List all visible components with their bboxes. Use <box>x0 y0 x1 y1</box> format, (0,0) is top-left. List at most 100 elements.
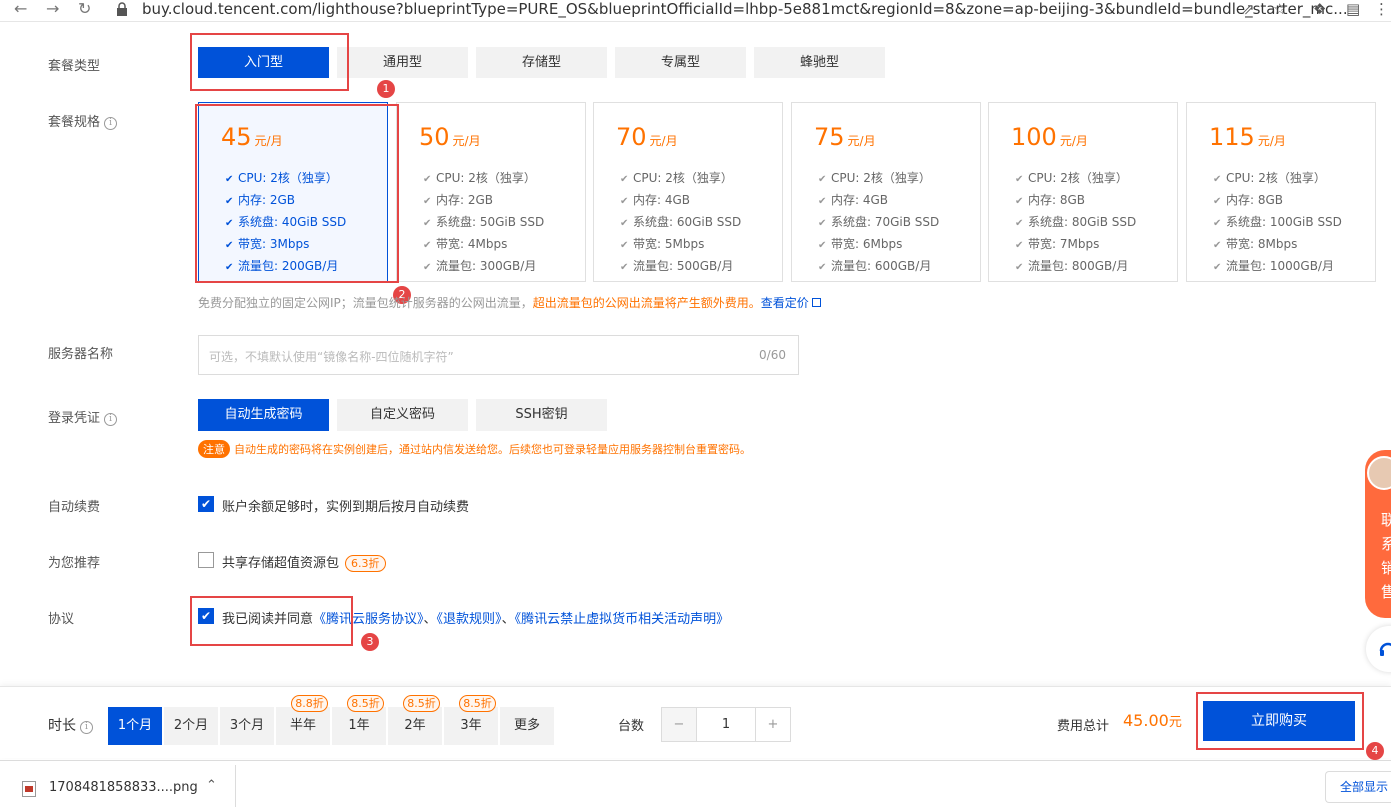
card-spec-cpu: CPU: 2核（独享） <box>1028 171 1128 185</box>
view-pricing-link[interactable]: 查看定价 <box>761 296 809 310</box>
duration-1-year[interactable]: 1年 <box>332 707 386 745</box>
reload-icon[interactable]: ↻ <box>78 0 91 18</box>
card-spec-memory: 内存: 2GB <box>436 193 494 207</box>
plan-type-general[interactable]: 通用型 <box>337 47 468 78</box>
recommend-checkbox[interactable] <box>198 552 214 568</box>
plan-card-75[interactable]: 75 元/月 ✔ CPU: 2核（独享） ✔ 内存: 4GB ✔ 系统盘: 70GiB … <box>791 102 981 282</box>
card-spec-bandwidth: 带宽: 4Mbps <box>436 237 508 251</box>
card-spec-traffic: 流量包: 600GB/月 <box>831 259 932 273</box>
lock-icon <box>117 2 127 16</box>
check-icon: ✔ <box>225 262 234 273</box>
card-spec-disk: 系统盘: 40GiB SSD <box>238 215 347 229</box>
login-label-text: 登录凭证 <box>48 411 101 426</box>
bookmark-star-icon[interactable]: ☆ <box>1273 0 1286 18</box>
check-icon: ✔ <box>818 196 827 207</box>
plan-card-100[interactable]: 100 元/月 ✔ CPU: 2核（独享） ✔ 内存: 8GB ✔ 系统盘: 80GiB… <box>988 102 1178 282</box>
sidepanel-icon[interactable]: ▤ <box>1346 0 1360 18</box>
plan-type-fengchi[interactable]: 蜂驰型 <box>754 47 885 78</box>
plan-card-70[interactable]: 70 元/月 ✔ CPU: 2核（独享） ✔ 内存: 4GB ✔ 系统盘: 60GiB … <box>593 102 783 282</box>
server-name-input[interactable]: 可选，不填默认使用“镜像名称-四位随机字符” 0/60 <box>198 335 799 375</box>
card-spec-memory: 内存: 4GB <box>831 193 889 207</box>
plan-note-text: 免费分配独立的固定公网IP；流量包统计服务器的公网出流量， <box>198 296 533 310</box>
check-icon: ✔ <box>620 240 629 251</box>
total-label: 费用总计 <box>1057 719 1110 734</box>
card-spec-traffic: 流量包: 800GB/月 <box>1028 259 1129 273</box>
card-spec-traffic: 流量包: 300GB/月 <box>436 259 537 273</box>
download-filename[interactable]: 1708481858833....png <box>49 780 198 795</box>
recommend-text: 共享存储超值资源包 <box>222 556 340 571</box>
plan-card-50[interactable]: 50 元/月 ✔ CPU: 2核（独享） ✔ 内存: 2GB ✔ 系统盘: 50GiB … <box>396 102 586 282</box>
login-auto-password[interactable]: 自动生成密码 <box>198 399 329 431</box>
duration-2-years[interactable]: 2年 <box>388 707 442 745</box>
annotation-badge-3: 3 <box>361 633 379 651</box>
chevron-up-icon[interactable]: ⌃ <box>206 778 217 793</box>
info-icon[interactable]: i <box>104 117 118 130</box>
duration-label: 时长 i <box>48 715 93 735</box>
check-icon: ✔ <box>818 174 827 185</box>
contact-sales-text: 联系销售 <box>1381 511 1391 601</box>
show-all-downloads-button[interactable]: 全部显示 <box>1325 771 1391 803</box>
check-icon: ✔ <box>1015 240 1024 251</box>
share-icon[interactable]: ⇗ <box>1242 0 1255 18</box>
menu-icon[interactable]: ⋮ <box>1374 0 1389 18</box>
extensions-icon[interactable]: ❖ <box>1313 0 1326 18</box>
card-spec-memory: 内存: 8GB <box>1226 193 1284 207</box>
card-spec-bandwidth: 带宽: 6Mbps <box>831 237 903 251</box>
check-icon: ✔ <box>423 218 432 229</box>
plan-type-starter[interactable]: 入门型 <box>198 47 329 78</box>
plan-type-storage[interactable]: 存储型 <box>476 47 607 78</box>
duration-3-months[interactable]: 3个月 <box>220 707 274 745</box>
forward-icon[interactable]: → <box>46 0 59 18</box>
info-icon[interactable]: i <box>104 413 118 426</box>
url-text[interactable]: buy.cloud.tencent.com/lighthouse?bluepri… <box>142 0 1348 18</box>
download-bar: 1708481858833....png ⌃ 全部显示 <box>0 760 1391 809</box>
quantity-minus-button[interactable]: − <box>661 707 697 742</box>
virtual-currency-statement-link[interactable]: 《腾讯云禁止虚拟货币相关活动声明》 <box>515 612 730 627</box>
duration-more[interactable]: 更多 <box>500 707 554 745</box>
card-spec-bandwidth: 带宽: 8Mbps <box>1226 237 1298 251</box>
card-spec-bandwidth: 带宽: 5Mbps <box>633 237 705 251</box>
contact-sales-widget[interactable]: 联系销售 <box>1365 450 1391 618</box>
plan-spec-label-text: 套餐规格 <box>48 115 101 130</box>
quantity-plus-button[interactable]: + <box>755 707 791 742</box>
plan-card-45[interactable]: 45 元/月 ✔ CPU: 2核（独享） ✔ 内存: 2GB ✔ 系统盘: 40GiB … <box>198 102 388 282</box>
check-icon: ✔ <box>818 262 827 273</box>
card-spec-disk: 系统盘: 70GiB SSD <box>831 215 940 229</box>
server-name-placeholder: 可选，不填默认使用“镜像名称-四位随机字符” <box>209 350 454 364</box>
card-spec-cpu: CPU: 2核（独享） <box>436 171 536 185</box>
duration-half-year[interactable]: 半年 <box>276 707 330 745</box>
quantity-input[interactable]: 1 <box>696 707 756 742</box>
annotation-badge-1: 1 <box>377 80 395 98</box>
discount-tag: 8.5折 <box>347 695 384 712</box>
duration-3-years[interactable]: 3年 <box>444 707 498 745</box>
plan-type-dedicated[interactable]: 专属型 <box>615 47 746 78</box>
discount-tag: 8.5折 <box>459 695 496 712</box>
login-custom-password[interactable]: 自定义密码 <box>337 399 468 431</box>
card-spec-disk: 系统盘: 80GiB SSD <box>1028 215 1137 229</box>
duration-1-month[interactable]: 1个月 <box>108 707 162 745</box>
buy-now-button[interactable]: 立即购买 <box>1203 701 1355 741</box>
check-icon: ✔ <box>620 196 629 207</box>
support-widget[interactable] <box>1366 626 1391 672</box>
agreement-checkbox[interactable]: ✔ <box>198 608 214 624</box>
card-spec-cpu: CPU: 2核（独享） <box>1226 171 1326 185</box>
login-ssh-key[interactable]: SSH密钥 <box>476 399 607 431</box>
headset-icon <box>1379 642 1391 656</box>
info-icon[interactable]: i <box>80 721 93 734</box>
card-price: 45 <box>221 123 252 151</box>
external-link-icon[interactable] <box>811 298 821 307</box>
duration-2-months[interactable]: 2个月 <box>164 707 218 745</box>
check-icon: ✔ <box>818 240 827 251</box>
back-icon[interactable]: ← <box>14 0 27 18</box>
auto-renew-checkbox[interactable]: ✔ <box>198 496 214 512</box>
check-icon: ✔ <box>818 218 827 229</box>
card-price: 100 <box>1011 123 1057 151</box>
plan-card-115[interactable]: 115 元/月 ✔ CPU: 2核（独享） ✔ 内存: 8GB ✔ 系统盘: 100Gi… <box>1186 102 1376 282</box>
service-agreement-link[interactable]: 《腾讯云服务协议》 <box>313 612 424 627</box>
agreement-separator: 、 <box>423 612 437 627</box>
annotation-badge-4: 4 <box>1366 742 1384 760</box>
refund-rules-link[interactable]: 《退款规则》 <box>437 612 502 627</box>
card-spec-memory: 内存: 4GB <box>633 193 691 207</box>
plan-note-warning: 超出流量包的公网出流量将产生额外费用。 <box>532 296 761 310</box>
discount-tag: 8.8折 <box>291 695 328 712</box>
